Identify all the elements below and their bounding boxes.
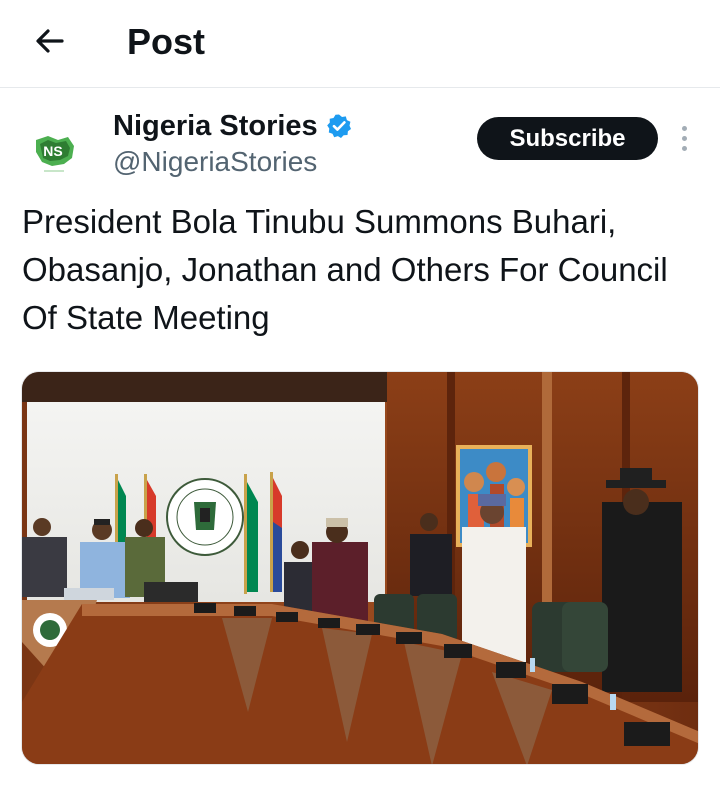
name-row: Nigeria Stories: [113, 106, 352, 146]
avatar[interactable]: NS: [22, 118, 86, 182]
subscribe-button[interactable]: Subscribe: [477, 117, 658, 160]
author-handle[interactable]: @NigeriaStories: [113, 144, 317, 180]
more-vertical-icon: [681, 125, 687, 131]
post-author: NS Nigeria Stories @NigeriaStories Subsc…: [22, 104, 702, 184]
top-bar: Post: [0, 0, 720, 88]
verified-badge-icon: [326, 114, 351, 138]
nigeria-stories-logo: NS: [36, 136, 74, 172]
page-title: Post: [127, 21, 206, 62]
back-button[interactable]: [28, 20, 72, 64]
author-display-name[interactable]: Nigeria Stories: [113, 110, 318, 143]
more-options-button[interactable]: [672, 118, 696, 158]
post-text: President Bola Tinubu Summons Buhari, Ob…: [22, 203, 668, 336]
svg-text:NS: NS: [43, 143, 62, 159]
post-photo[interactable]: [21, 371, 699, 765]
council-meeting-photo: [22, 372, 698, 764]
arrow-left-icon: [36, 29, 64, 53]
